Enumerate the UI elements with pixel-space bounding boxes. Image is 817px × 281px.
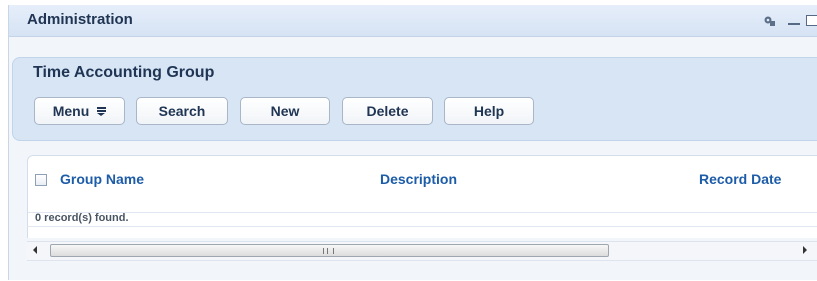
refresh-icon[interactable] [763,14,777,28]
menu-button-label: Menu [52,103,90,119]
record-count: 0 record(s) found. [35,212,129,224]
grid-header-row: Group Name Description Record Date [28,156,817,213]
portlet-header: Administration [9,5,817,37]
search-button[interactable]: Search [136,97,228,125]
administration-portlet: Administration [8,5,817,280]
menu-icon [97,107,107,116]
column-header-description[interactable]: Description [380,171,457,187]
maximize-icon[interactable] [806,15,817,26]
column-header-record-date[interactable]: Record Date [699,171,781,187]
horizontal-scrollbar[interactable] [27,241,817,261]
grid-divider [27,226,817,227]
portlet-title: Administration [27,11,133,28]
delete-button[interactable]: Delete [342,97,433,125]
panel-title: Time Accounting Group [33,64,215,81]
scrollbar-grip-icon [323,248,334,254]
help-button[interactable]: Help [444,97,534,125]
new-button[interactable]: New [240,97,330,125]
column-header-group-name[interactable]: Group Name [60,171,144,187]
menu-button[interactable]: Menu [34,97,125,125]
scrollbar-thumb[interactable] [50,244,609,257]
scroll-left-arrow-icon[interactable] [33,246,37,254]
select-all-checkbox[interactable] [35,174,47,186]
scroll-right-arrow-icon[interactable] [803,246,807,254]
minimize-icon[interactable] [788,23,800,25]
